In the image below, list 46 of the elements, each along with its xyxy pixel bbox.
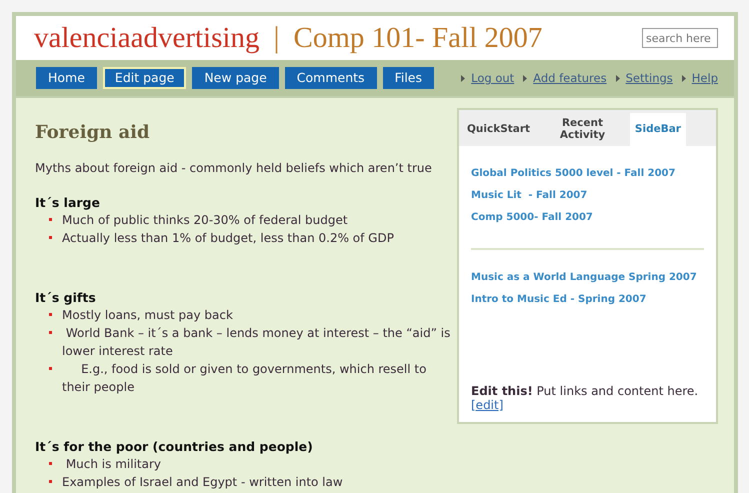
sidebar-tab[interactable]: QuickStart	[462, 113, 536, 146]
nav-link[interactable]: Help	[692, 71, 718, 85]
search-field[interactable]: search here	[642, 28, 718, 48]
bullet-text: Examples of Israel and Egypt - written into law	[62, 473, 457, 491]
bullet-icon	[49, 313, 52, 316]
section-heading: It´s gifts	[35, 290, 97, 305]
intro-text: Myths about foreign aid - commonly held beliefs which aren’t true	[35, 161, 433, 175]
nav-link[interactable]: Add features	[533, 71, 607, 85]
sidebar-tab[interactable]: Recent Activity	[535, 113, 630, 146]
site-name[interactable]: valenciaadvertising	[34, 22, 260, 54]
bullet-text: Much of public thinks 20-30% of federal budget	[62, 211, 457, 229]
triangle-icon	[616, 74, 620, 82]
bullet-text: Actually less than 1% of budget, less than 0.2% of GDP	[62, 229, 457, 247]
title-divider: |	[273, 21, 280, 55]
bullet-icon	[49, 462, 52, 465]
sidebar-link[interactable]: Intro to Music Ed - Spring 2007	[471, 294, 704, 305]
triangle-icon	[461, 74, 466, 82]
edit-link[interactable]: [edit]	[471, 398, 504, 412]
bullet-icon	[49, 236, 52, 239]
page-title: Comp 101- Fall 2007	[293, 22, 544, 54]
nav-link[interactable]: Log out	[471, 71, 514, 85]
sidebar-link[interactable]: Music as a World Language Spring 2007	[471, 272, 704, 283]
sidebar-tab[interactable]: SideBar	[630, 113, 686, 146]
section-heading: It´s for the poor (countries and people)	[35, 439, 314, 454]
nav-button[interactable]: Home	[36, 67, 97, 89]
bullet-text: Much is military	[62, 455, 457, 473]
nav-button[interactable]: New page	[192, 67, 279, 89]
bullet-icon	[49, 218, 52, 221]
article-title: Foreign aid	[35, 122, 151, 143]
sidebar-link[interactable]: Music Lit - Fall 2007	[471, 190, 704, 201]
triangle-icon	[682, 74, 686, 82]
bullet-text: Mostly loans, must pay back	[62, 306, 457, 324]
triangle-icon	[523, 74, 528, 82]
sidebar-link[interactable]: Global Politics 5000 level - Fall 2007	[471, 168, 704, 179]
bullet-icon	[49, 331, 52, 334]
bullet-icon	[49, 480, 52, 483]
bullet-text: World Bank – it´s a bank – lends money at interest – the “aid” is lower interest rate	[62, 324, 457, 360]
nav-button[interactable]: Edit page	[102, 67, 186, 89]
section-heading: It´s large	[35, 195, 101, 210]
nav-link[interactable]: Settings	[626, 71, 673, 85]
sidebar-link[interactable]: Comp 5000- Fall 2007	[471, 212, 704, 223]
bullet-text: E.g., food is sold or given to governments, which resell to their people	[62, 360, 457, 396]
sidebar-note: Edit this! Put links and content here.	[471, 384, 700, 398]
nav-button[interactable]: Comments	[284, 67, 377, 89]
bullet-icon	[49, 367, 52, 370]
nav-button[interactable]: Files	[382, 67, 434, 89]
